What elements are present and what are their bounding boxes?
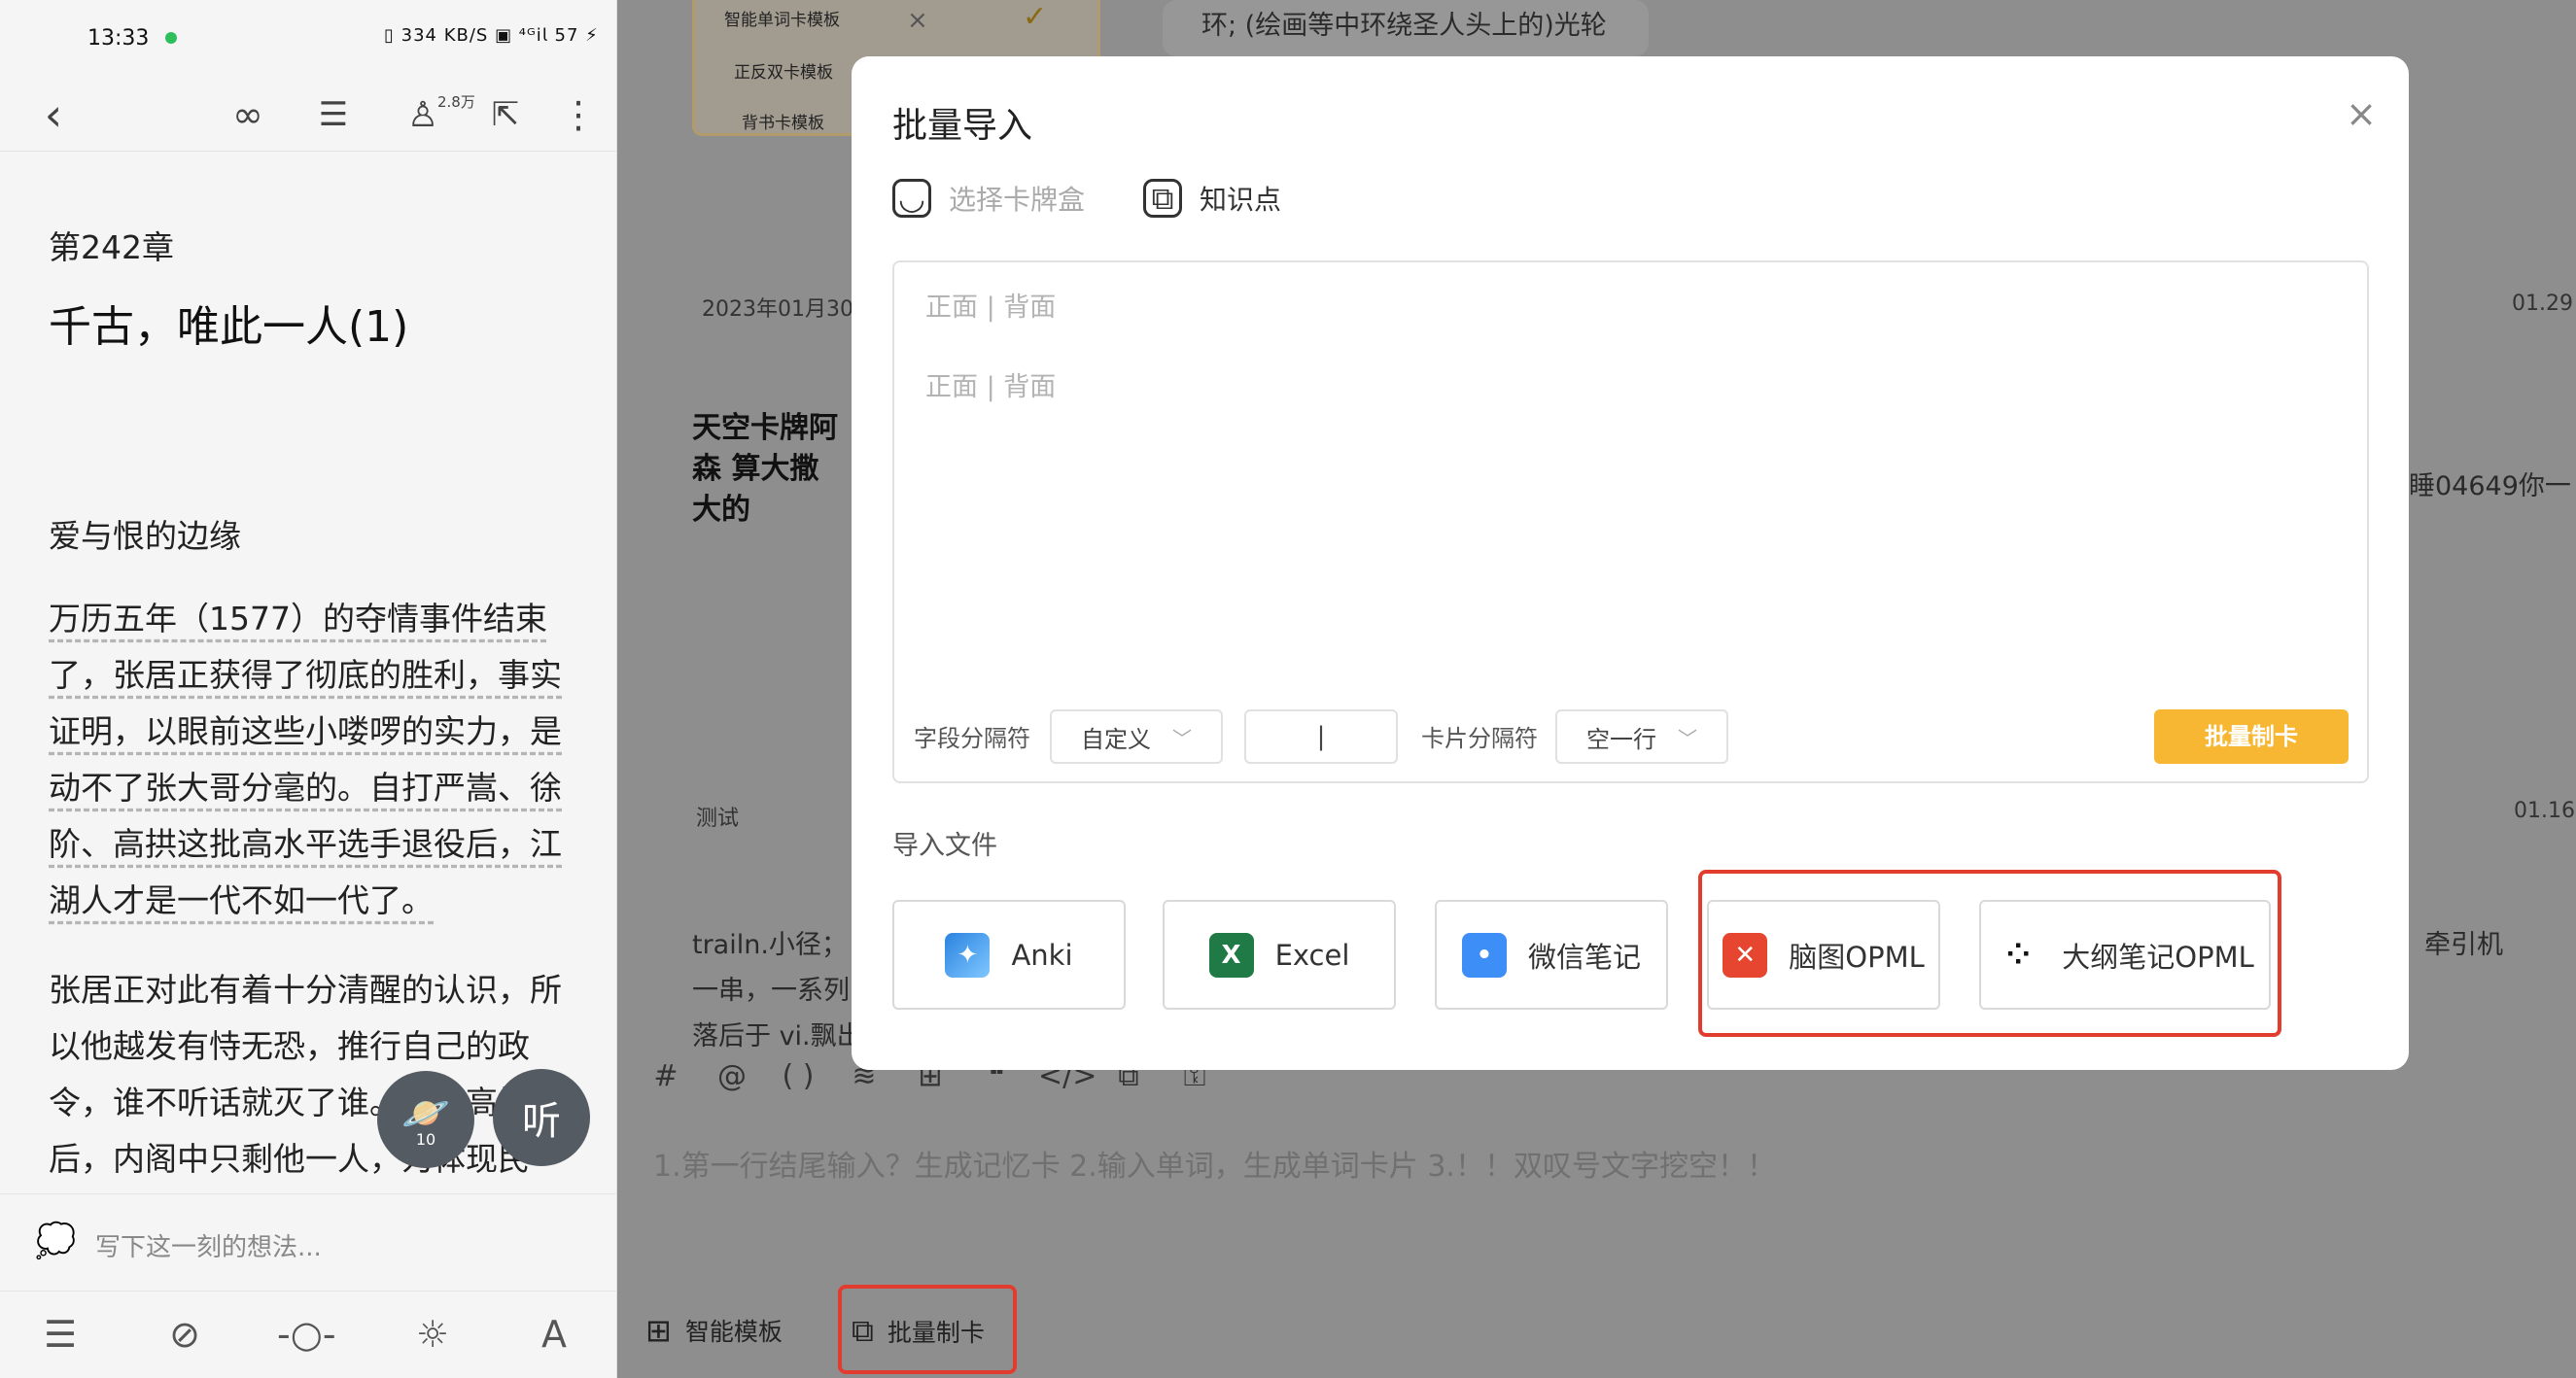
field-separator-input[interactable]: | [1244, 709, 1398, 764]
status-bar: 13:33 ▯ 334 KB/S ▣ ⁴ᴳ𝗂𝗅 57 ⚡ [0, 0, 617, 78]
bg-snippet: 一串，一系列 [692, 976, 850, 1006]
more-icon[interactable]: ⋮ [554, 87, 603, 142]
close-icon[interactable]: × [907, 6, 928, 35]
highlight-frame [1698, 870, 2281, 1037]
listen-button[interactable]: 听 [493, 1069, 590, 1166]
bg-snippet: trailn.小径； [692, 930, 848, 960]
status-dot-icon [165, 32, 177, 44]
field-separator-select[interactable]: 自定义 ﹀ [1050, 709, 1223, 764]
hashtag-icon[interactable]: # [642, 1059, 690, 1108]
planet-count: 10 [415, 1130, 436, 1149]
thought-placeholder: 写下这一刻的想法... [95, 1233, 322, 1262]
bg-date: 01.16 [2514, 799, 2575, 823]
editor-placeholder: 正面 | 背面 [925, 293, 1057, 323]
menu-icon[interactable]: ☰ [31, 1313, 89, 1356]
smart-template-button[interactable]: ⊞ 智能模板 [645, 1312, 783, 1349]
paren-icon[interactable]: ( ) [774, 1059, 822, 1108]
bg-snippet: 睡04649你一 [2409, 471, 2571, 501]
bg-date: 01.29 [2512, 292, 2573, 316]
grid-icon: ⊞ [645, 1312, 672, 1349]
close-icon[interactable]: × [2337, 89, 2385, 138]
chevron-down-icon: ﹀ [1172, 726, 1192, 750]
planet-button[interactable]: 🪐 10 [377, 1071, 474, 1168]
status-indicators: ▯ 334 KB/S ▣ ⁴ᴳ𝗂𝗅 57 ⚡ [384, 25, 599, 46]
batch-text-editor[interactable]: 正面 | 背面 正面 | 背面 字段分隔符 自定义 ﹀ | 卡片分隔符 空一行 … [892, 260, 2369, 783]
list-check-icon[interactable]: ☰ [309, 87, 358, 142]
bg-snippet: 牵引机 [2424, 930, 2503, 960]
font-icon[interactable]: A [525, 1313, 583, 1356]
import-wechat-button[interactable]: • 微信笔记 [1435, 900, 1668, 1010]
card-separator-select[interactable]: 空一行 ﹀ [1555, 709, 1728, 764]
reader-toolbar: ‹ ∞ ☰ ♙ 2.8万 ⇱ ⋮ [0, 78, 617, 152]
infinity-icon[interactable]: ∞ [224, 87, 272, 142]
chapter-number: 第242章 [49, 228, 174, 266]
user-count: 2.8万 [437, 93, 475, 111]
template-item[interactable]: 正反双卡模板 [734, 58, 833, 83]
card-input-hint[interactable]: 1.第一行结尾输入？生成记忆卡 2.输入单词，生成单词卡片 3.！！双叹号文字挖… [653, 1142, 1776, 1185]
deck-box-icon: ◡ [892, 179, 931, 218]
bg-snippet: 环; (绘画等中环绕圣人头上的)光轮 [1201, 11, 1607, 41]
import-excel-button[interactable]: X Excel [1163, 900, 1396, 1010]
separator-controls: 字段分隔符 自定义 ﹀ | 卡片分隔符 空一行 ﹀ 批量制卡 [894, 709, 2367, 768]
bg-card-title: 天空卡牌阿森 算大撒大的 [692, 411, 838, 527]
brightness-icon[interactable]: ☼ [403, 1313, 462, 1356]
check-icon: ✓ [1023, 0, 1048, 34]
anki-icon: ✦ [945, 932, 991, 978]
paragraph[interactable]: 张居正对此有着十分清醒的认识，所以他越发有恃无恐，推行自己的政令，谁不听话就灭了… [49, 962, 578, 1188]
back-icon[interactable]: ‹ [29, 87, 78, 142]
chevron-down-icon: ﹀ [1678, 726, 1697, 750]
bg-meta: 测试 [696, 807, 740, 831]
listen-label: 听 [522, 1099, 561, 1144]
highlight-frame [838, 1285, 1017, 1374]
share-icon[interactable]: ⇱ [481, 87, 530, 142]
excel-icon: X [1208, 932, 1254, 978]
chat-bubble-icon: 💭 [35, 1222, 77, 1260]
chapter-title: 千古，唯此一人(1) [49, 302, 409, 352]
paragraph[interactable]: 万历五年（1577）的夺情事件结束了，张居正获得了彻底的胜利，事实证明，以眼前这… [49, 591, 578, 929]
dialog-title: 批量导入 [892, 106, 1033, 146]
template-item[interactable]: 智能单词卡模板 [724, 6, 840, 30]
knowledge-point-button[interactable]: ⧉ 知识点 [1143, 179, 1281, 218]
status-time: 13:33 [87, 26, 150, 51]
bg-snippet: 落后于 vi.飘出 [692, 1021, 863, 1051]
import-anki-button[interactable]: ✦ Anki [892, 900, 1126, 1010]
compass-icon[interactable]: ⊘ [156, 1313, 214, 1356]
bg-date: 2023年01月30 [702, 297, 853, 322]
cards-icon: ⧉ [1143, 179, 1182, 218]
card-separator-label: 卡片分隔符 [1421, 725, 1538, 752]
batch-create-button[interactable]: 批量制卡 [2154, 709, 2349, 764]
editor-placeholder: 正面 | 背面 [925, 372, 1057, 402]
thought-input[interactable]: 💭 写下这一刻的想法... [0, 1193, 617, 1291]
wechat-icon: • [1461, 932, 1507, 978]
planet-icon: 🪐 [401, 1091, 450, 1136]
select-deck-button[interactable]: ◡ 选择卡牌盒 [892, 179, 1085, 218]
reader-panel: 13:33 ▯ 334 KB/S ▣ ⁴ᴳ𝗂𝗅 57 ⚡ ‹ ∞ ☰ ♙ 2.8… [0, 0, 617, 1378]
import-file-label: 导入文件 [892, 831, 997, 861]
progress-icon[interactable]: -○- [277, 1313, 336, 1356]
section-heading: 爱与恨的边缘 [49, 517, 241, 555]
reader-bottom-bar: ☰ ⊘ -○- ☼ A [0, 1291, 617, 1378]
field-separator-label: 字段分隔符 [914, 725, 1030, 752]
mention-icon[interactable]: @ [708, 1059, 756, 1108]
template-item[interactable]: 背书卡模板 [742, 109, 824, 133]
